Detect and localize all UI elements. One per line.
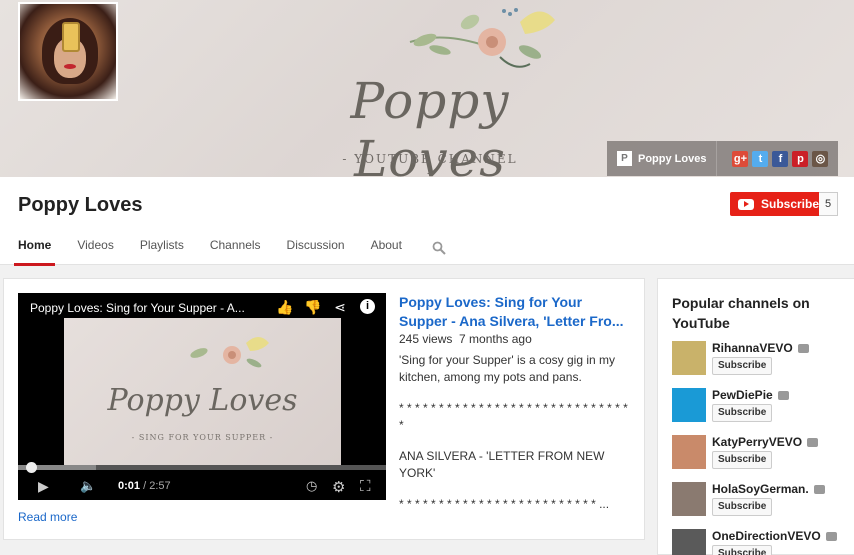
instagram-icon[interactable]: ◎ [812,150,829,167]
popular-channel-name-label: OneDirectionVEVO [712,529,821,543]
channel-thumbnail[interactable] [672,388,706,422]
subscriber-count: 5 [819,192,838,216]
popular-channel-subscribe-button[interactable]: Subscribe [712,357,773,375]
verified-icon [807,438,819,448]
tab-playlists[interactable]: Playlists [140,230,184,265]
time-total: / 2:57 [143,480,171,492]
channel-thumbnail[interactable] [672,435,706,469]
description-paragraph: 'Sing for your Supper' is a cosy gig in … [399,353,616,384]
banner-channel-link-label: Poppy Loves [638,152,707,165]
page: Poppy Loves - YOUTUBE CHANNEL - P Poppy … [0,0,854,555]
play-icon[interactable]: ▶ [38,478,49,495]
popular-channel-name[interactable]: HolaSoyGerman. [712,482,825,496]
popular-channel-name-label: PewDiePie [712,388,773,402]
popular-channel-name[interactable]: PewDiePie [712,388,789,402]
popular-channel-name[interactable]: OneDirectionVEVO [712,529,837,543]
channel-header: Poppy Loves Subscribe 5 Home Videos Playli… [0,177,854,266]
popular-channel-item: KatyPerryVEVO Subscribe [672,435,852,475]
subscribe-button-label: Subscribe [761,197,820,211]
sidebar-title: Popular channels on YouTube [672,295,810,331]
popular-channel-subscribe-button[interactable]: Subscribe [712,404,773,422]
search-icon[interactable] [432,241,446,255]
progress-scrubber[interactable] [25,462,37,473]
popular-channels-sidebar: Popular channels on YouTube RihannaVEVO S… [657,278,854,555]
popular-channel-item: RihannaVEVO Subscribe [672,341,852,381]
like-icon[interactable]: 👍 [276,299,293,315]
verified-icon [777,391,789,401]
featured-video-section: Poppy Loves - SING FOR YOUR SUPPER - Pop… [3,278,645,540]
banner-channel-link[interactable]: P Poppy Loves [607,141,718,176]
channel-name[interactable]: Poppy Loves [18,194,142,217]
video-description: 'Sing for your Supper' is a cosy gig in … [399,352,631,527]
tab-videos[interactable]: Videos [77,230,113,265]
video-frame: Poppy Loves - SING FOR YOUR SUPPER - [64,318,341,465]
channel-thumbnail[interactable] [672,341,706,375]
time-current: 0:01 [118,480,141,492]
subscribe-button[interactable]: Subscribe [730,192,829,216]
popular-channel-name[interactable]: RihannaVEVO [712,341,809,355]
description-paragraph: ANA SILVERA - 'LETTER FROM NEW YORK' [399,449,605,480]
progress-bar[interactable] [18,462,386,473]
tab-channels[interactable]: Channels [210,230,261,265]
fullscreen-icon[interactable]: ⛶ [360,478,371,495]
banner-links: P Poppy Loves g+ t f p ◎ [607,141,838,176]
watch-later-icon[interactable]: ◷ [306,478,317,494]
popular-channel-name[interactable]: KatyPerryVEVO [712,435,819,449]
banner-subtitle: - YOUTUBE CHANNEL - [342,152,518,180]
youtube-play-icon [738,198,754,210]
popular-channel-subscribe-button[interactable]: Subscribe [712,545,773,555]
channel-banner: Poppy Loves - YOUTUBE CHANNEL - P Poppy … [0,0,854,188]
channel-logo-icon: P [617,151,632,166]
channel-avatar[interactable] [18,2,118,101]
popular-channel-subscribe-button[interactable]: Subscribe [712,498,773,516]
dislike-icon[interactable]: 👎 [304,299,321,315]
video-age: 7 months ago [459,332,532,346]
verified-icon [797,344,809,354]
channel-tabs: Home Videos Playlists Channels Discussion Abo… [13,230,428,266]
player-title[interactable]: Poppy Loves: Sing for Your Supper - A... [30,301,280,315]
verified-icon [813,485,825,495]
popular-channel-item: OneDirectionVEVO Subscribe [672,529,852,555]
social-links: g+ t f p ◎ [732,150,829,167]
channel-thumbnail[interactable] [672,482,706,516]
video-views: 245 views [399,332,453,346]
volume-icon[interactable]: 🔈 [80,478,96,494]
read-more-link[interactable]: Read more [18,510,77,524]
twitter-icon[interactable]: t [752,150,769,167]
video-meta: 245 views 7 months ago [399,332,532,346]
pinterest-icon[interactable]: p [792,150,809,167]
share-icon[interactable]: ⋖ [332,299,348,315]
popular-channel-name-label: HolaSoyGerman. [712,482,809,496]
popular-channel-item: HolaSoyGerman. Subscribe [672,482,852,522]
tab-discussion[interactable]: Discussion [287,230,345,265]
tab-home[interactable]: Home [13,230,56,266]
popular-channel-name-label: KatyPerryVEVO [712,435,803,449]
banner-flowers-illustration [409,8,555,68]
popular-channel-name-label: RihannaVEVO [712,341,793,355]
player-top-actions: 👍 👎 ⋖ i [276,299,375,315]
video-title-link[interactable]: Poppy Loves: Sing for Your Supper - Ana … [399,293,634,331]
time-display: 0:01 / 2:57 [118,480,171,492]
description-paragraph: * * * * * * * * * * * * * * * * * * * * … [399,401,628,432]
frame-flowers-illustration [190,337,269,368]
channel-thumbnail[interactable] [672,529,706,555]
facebook-icon[interactable]: f [772,150,789,167]
popular-channel-subscribe-button[interactable]: Subscribe [712,451,773,469]
frame-title: Poppy Loves [107,383,298,418]
settings-gear-icon[interactable]: ⚙ [332,478,345,496]
description-paragraph: * * * * * * * * * * * * * * * * * * * * … [399,497,610,511]
frame-subtitle: - SING FOR YOUR SUPPER - [131,433,274,442]
tab-about[interactable]: About [371,230,402,265]
video-player[interactable]: Poppy Loves - SING FOR YOUR SUPPER - Pop… [18,293,386,500]
verified-icon [825,532,837,542]
google-plus-icon[interactable]: g+ [732,150,749,167]
info-icon[interactable]: i [360,299,375,314]
popular-channel-item: PewDiePie Subscribe [672,388,852,428]
